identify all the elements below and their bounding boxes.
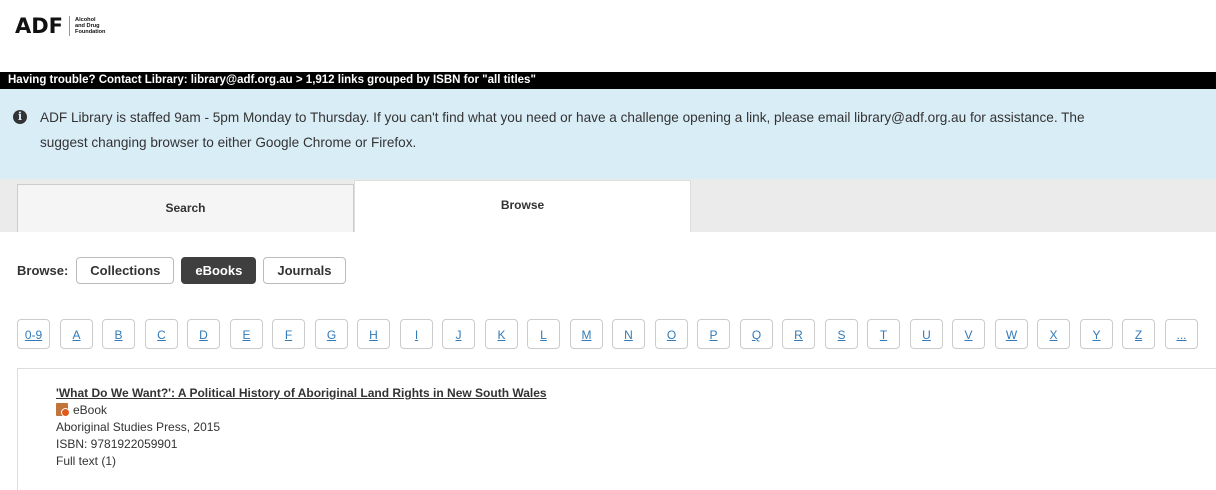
tab-browse[interactable]: Browse <box>354 180 691 232</box>
tab-search[interactable]: Search <box>17 184 354 232</box>
letter-link-o[interactable]: O <box>655 319 688 349</box>
letter-link-i[interactable]: I <box>400 319 433 349</box>
letter-link-q[interactable]: Q <box>740 319 773 349</box>
letter-link-x[interactable]: X <box>1037 319 1070 349</box>
result-item: 'What Do We Want?': A Political History … <box>17 368 1216 490</box>
letter-link-s[interactable]: S <box>825 319 858 349</box>
adf-logo[interactable]: ADF Alcohol and Drug Foundation <box>15 12 105 40</box>
logo-mark: ADF <box>15 13 64 38</box>
letter-link-c[interactable]: C <box>145 319 178 349</box>
logo-text-line: Foundation <box>75 29 106 35</box>
letter-link-g[interactable]: G <box>315 319 348 349</box>
result-publisher: Aboriginal Studies Press, 2015 <box>56 420 221 434</box>
info-alert: i ADF Library is staffed 9am - 5pm Monda… <box>0 89 1216 179</box>
logo-text: Alcohol and Drug Foundation <box>75 17 105 35</box>
ebook-icon <box>56 403 70 417</box>
result-title-link[interactable]: 'What Do We Want?': A Political History … <box>56 386 547 400</box>
tab-strip: Search Browse <box>0 179 1216 232</box>
banner-text[interactable]: Having trouble? Contact Library: library… <box>8 74 536 86</box>
letter-link-p[interactable]: P <box>697 319 730 349</box>
result-type: eBook <box>56 403 107 417</box>
letter-link-more[interactable]: ... <box>1165 319 1198 349</box>
letter-link-a[interactable]: A <box>60 319 93 349</box>
letter-link-b[interactable]: B <box>102 319 135 349</box>
browse-filter-row: Browse: Collections eBooks Journals <box>17 256 353 284</box>
letter-link-f[interactable]: F <box>272 319 305 349</box>
letter-link-l[interactable]: L <box>527 319 560 349</box>
journals-button[interactable]: Journals <box>263 256 346 284</box>
letter-link-y[interactable]: Y <box>1080 319 1113 349</box>
letter-link-k[interactable]: K <box>485 319 518 349</box>
letter-link-u[interactable]: U <box>910 319 943 349</box>
letter-link-h[interactable]: H <box>357 319 390 349</box>
letter-link-n[interactable]: N <box>612 319 645 349</box>
result-fulltext: Full text (1) <box>56 454 117 468</box>
letter-link-j[interactable]: J <box>442 319 475 349</box>
ebooks-button[interactable]: eBooks <box>181 256 257 284</box>
letter-link-m[interactable]: M <box>570 319 603 349</box>
letter-link-w[interactable]: W <box>995 319 1028 349</box>
library-contact-banner: Having trouble? Contact Library: library… <box>0 72 1216 89</box>
letter-link-r[interactable]: R <box>782 319 815 349</box>
letter-link-v[interactable]: V <box>952 319 985 349</box>
browse-label: Browse: <box>17 262 69 278</box>
alert-text-line1: ADF Library is staffed 9am - 5pm Monday … <box>40 110 1085 125</box>
logo-divider <box>69 16 71 36</box>
letter-link-e[interactable]: E <box>230 319 263 349</box>
letter-link-d[interactable]: D <box>187 319 220 349</box>
collections-button[interactable]: Collections <box>76 256 175 284</box>
alert-text-line2: suggest changing browser to either Googl… <box>40 135 417 150</box>
result-isbn: ISBN: 9781922059901 <box>56 437 178 451</box>
letter-link-t[interactable]: T <box>867 319 900 349</box>
letter-link-z[interactable]: Z <box>1122 319 1155 349</box>
info-icon: i <box>13 110 27 124</box>
result-type-label: eBook <box>73 403 108 417</box>
letter-link-0-9[interactable]: 0-9 <box>17 319 50 349</box>
